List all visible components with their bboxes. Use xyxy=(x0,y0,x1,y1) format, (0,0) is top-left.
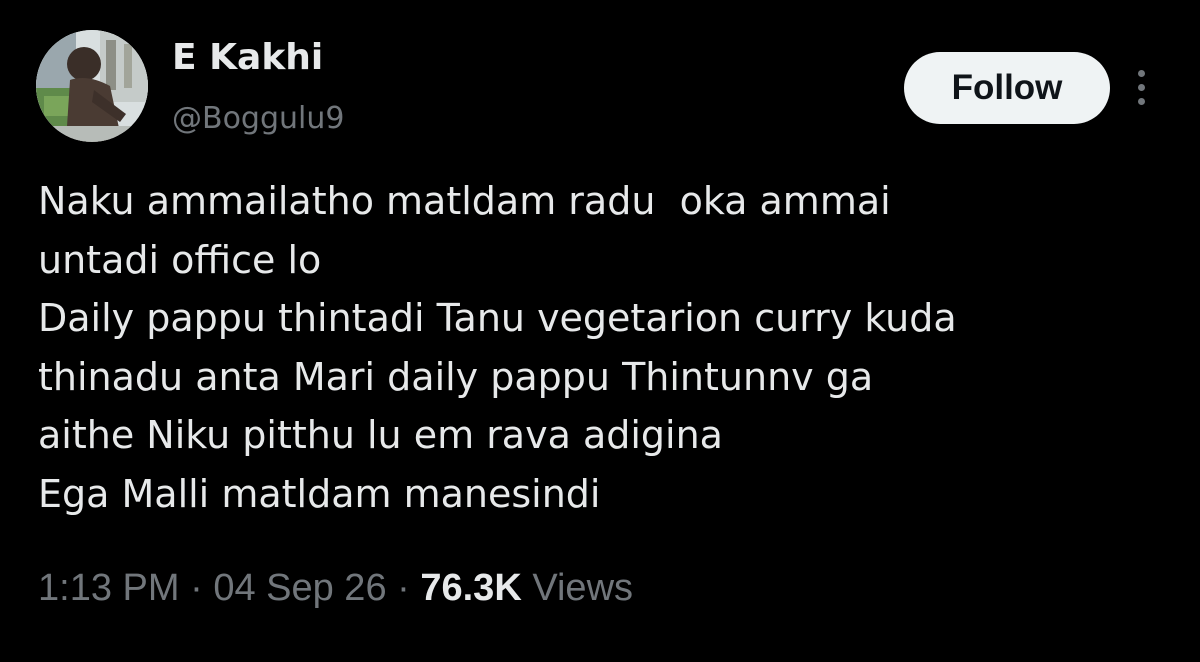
avatar[interactable] xyxy=(36,30,148,142)
more-dot xyxy=(1138,70,1145,77)
author-handle[interactable]: @Boggulu9 xyxy=(172,100,344,138)
meta-separator: · xyxy=(179,567,214,609)
avatar-photo xyxy=(36,30,148,142)
tweet-text-line: Naku ammailatho matldam radu oka ammai xyxy=(38,179,891,223)
tweet-text-line: Daily pappu thintadi Tanu vegetarion cur… xyxy=(38,296,957,340)
views-count[interactable]: 76.3K xyxy=(420,567,521,609)
tweet-meta: 1:13 PM · 04 Sep 26 · 76.3K Views xyxy=(38,562,633,614)
tweet-date[interactable]: 04 Sep 26 xyxy=(213,567,386,609)
tweet-text-line: Ega Malli matldam manesindi xyxy=(38,471,601,516)
tweet-text-line: aithe Niku pitthu lu em rava adigina xyxy=(38,413,723,457)
views-label-space xyxy=(522,567,533,609)
author-name[interactable]: E Kakhi xyxy=(172,36,323,80)
more-dot xyxy=(1138,84,1145,91)
views-label[interactable]: Views xyxy=(532,567,633,609)
more-options-icon[interactable] xyxy=(1128,64,1156,112)
more-dot xyxy=(1138,98,1145,105)
meta-separator: · xyxy=(386,567,421,609)
tweet-text: Naku ammailatho matldam radu oka ammai u… xyxy=(38,172,1178,523)
tweet-text-line: untadi office lo xyxy=(38,237,322,282)
follow-button[interactable]: Follow xyxy=(904,52,1110,124)
tweet-time[interactable]: 1:13 PM xyxy=(38,567,180,609)
tweet-text-line: thinadu anta Mari daily pappu Thintunnv … xyxy=(38,354,874,399)
tweet-card: E Kakhi @Boggulu9 Follow Naku ammailatho… xyxy=(0,0,1200,662)
